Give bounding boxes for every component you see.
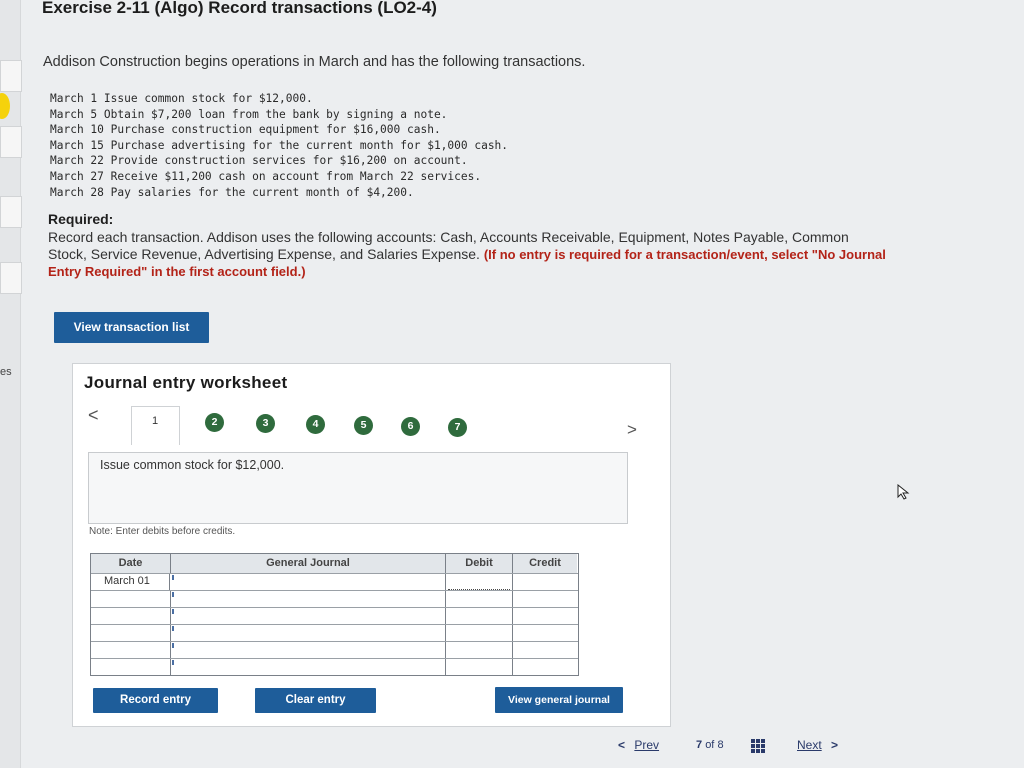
transaction-date: March 10 bbox=[50, 123, 104, 137]
cell-marker-icon bbox=[172, 575, 177, 580]
chevron-left-icon: < bbox=[618, 738, 626, 752]
cell-marker-icon bbox=[172, 643, 177, 648]
tab-6[interactable]: 6 bbox=[401, 417, 420, 436]
journal-entry-table: Date General Journal Debit Credit March … bbox=[90, 553, 579, 676]
page-indicator: 7 of 8 bbox=[696, 739, 724, 751]
prev-label: Prev bbox=[634, 738, 660, 752]
table-row bbox=[91, 590, 578, 608]
record-entry-button[interactable]: Record entry bbox=[93, 688, 218, 713]
grid-menu-icon[interactable] bbox=[751, 739, 765, 753]
transaction-text: Obtain $7,200 loan from the bank by sign… bbox=[103, 107, 448, 121]
transaction-date: March 15 bbox=[50, 138, 104, 152]
account-field[interactable] bbox=[171, 642, 446, 659]
transaction-item: March 22 Provide construction services f… bbox=[50, 153, 508, 169]
transaction-text: Purchase construction equipment for $16,… bbox=[110, 123, 441, 137]
debit-credit-note: Note: Enter debits before credits. bbox=[89, 526, 236, 537]
date-cell bbox=[91, 659, 171, 676]
credit-field[interactable] bbox=[513, 574, 577, 591]
tab-label-1: 1 bbox=[152, 415, 159, 427]
transaction-date: March 1 bbox=[50, 92, 98, 105]
debit-field[interactable] bbox=[446, 591, 513, 608]
table-row bbox=[91, 658, 578, 676]
tab-2[interactable]: 2 bbox=[205, 413, 224, 432]
account-field[interactable] bbox=[171, 659, 446, 676]
account-field[interactable] bbox=[171, 608, 446, 625]
tab-4[interactable]: 4 bbox=[306, 415, 325, 434]
credit-field[interactable] bbox=[513, 642, 577, 659]
tab-3[interactable]: 3 bbox=[256, 414, 275, 433]
left-side-tab[interactable] bbox=[0, 196, 22, 228]
worksheet-title: Journal entry worksheet bbox=[84, 373, 288, 392]
next-label: Next bbox=[797, 738, 822, 752]
transaction-item: March 5 Obtain $7,200 loan from the bank… bbox=[50, 107, 508, 123]
transaction-list: March 1 Issue common stock for $12,000. … bbox=[50, 91, 508, 200]
transaction-item: March 28 Pay salaries for the current mo… bbox=[50, 185, 508, 201]
transaction-item: March 10 Purchase construction equipment… bbox=[50, 122, 508, 138]
left-side-tab[interactable] bbox=[0, 262, 22, 294]
column-header-general-journal: General Journal bbox=[171, 554, 446, 573]
debit-field[interactable] bbox=[446, 625, 513, 642]
column-header-date: Date bbox=[91, 554, 171, 573]
transaction-text: Receive $11,200 cash on account from Mar… bbox=[110, 169, 482, 183]
transaction-text: Provide construction services for $16,20… bbox=[110, 154, 468, 168]
transaction-date: March 27 bbox=[50, 169, 104, 183]
account-field[interactable] bbox=[171, 574, 446, 591]
date-cell bbox=[91, 591, 171, 608]
prev-page-link[interactable]: < Prev bbox=[618, 738, 659, 752]
next-transaction-chevron-icon[interactable]: > bbox=[627, 420, 637, 440]
next-page-link[interactable]: Next > bbox=[797, 738, 838, 752]
debit-field[interactable] bbox=[446, 642, 513, 659]
transaction-date: March 22 bbox=[50, 154, 104, 168]
view-general-journal-button[interactable]: View general journal bbox=[495, 687, 623, 713]
total-pages: 8 bbox=[717, 739, 724, 751]
current-page: 7 bbox=[696, 739, 703, 751]
tab-5[interactable]: 5 bbox=[354, 416, 373, 435]
credit-field[interactable] bbox=[513, 608, 577, 625]
transaction-date: March 5 bbox=[50, 107, 98, 121]
cell-marker-icon bbox=[172, 592, 177, 597]
cell-marker-icon bbox=[172, 626, 177, 631]
mouse-pointer-icon bbox=[897, 484, 910, 500]
side-label: es bbox=[0, 366, 12, 378]
account-field[interactable] bbox=[171, 591, 446, 608]
transaction-text: Pay salaries for the current month of $4… bbox=[110, 185, 414, 199]
table-row bbox=[91, 641, 578, 659]
transaction-description: Issue common stock for $12,000. bbox=[100, 458, 285, 472]
debit-field[interactable] bbox=[446, 608, 513, 625]
transaction-item: March 1 Issue common stock for $12,000. bbox=[50, 91, 508, 107]
transaction-text: Purchase advertising for the current mon… bbox=[110, 138, 509, 152]
exercise-intro: Addison Construction begins operations i… bbox=[43, 54, 586, 70]
transaction-item: March 15 Purchase advertising for the cu… bbox=[50, 138, 508, 154]
account-field[interactable] bbox=[171, 625, 446, 642]
prev-transaction-chevron-icon[interactable]: < bbox=[88, 405, 99, 426]
clear-entry-button[interactable]: Clear entry bbox=[255, 688, 376, 713]
date-cell: March 01 bbox=[91, 574, 170, 591]
active-field-outline bbox=[448, 589, 510, 590]
transaction-date: March 28 bbox=[50, 185, 104, 199]
date-cell bbox=[91, 625, 171, 642]
credit-field[interactable] bbox=[513, 591, 577, 608]
cell-marker-icon bbox=[172, 660, 177, 665]
table-row bbox=[91, 624, 578, 642]
column-header-debit: Debit bbox=[446, 554, 513, 573]
chevron-right-icon: > bbox=[831, 738, 839, 752]
view-transaction-list-button[interactable]: View transaction list bbox=[54, 312, 209, 343]
transaction-item: March 27 Receive $11,200 cash on account… bbox=[50, 169, 508, 185]
required-heading: Required: bbox=[48, 211, 114, 227]
credit-field[interactable] bbox=[513, 625, 577, 642]
left-side-tab[interactable] bbox=[0, 60, 22, 92]
credit-field[interactable] bbox=[513, 659, 577, 676]
exercise-title: Exercise 2-11 (Algo) Record transactions… bbox=[42, 0, 437, 17]
tab-7[interactable]: 7 bbox=[448, 418, 467, 437]
page-of: of bbox=[705, 739, 715, 751]
date-cell bbox=[91, 642, 171, 659]
left-side-tab[interactable] bbox=[0, 126, 22, 158]
date-cell bbox=[91, 608, 171, 625]
debit-field[interactable] bbox=[446, 659, 513, 676]
transaction-text: Issue common stock for $12,000. bbox=[103, 92, 313, 105]
column-header-credit: Credit bbox=[513, 554, 577, 573]
cell-marker-icon bbox=[172, 609, 177, 614]
table-row bbox=[91, 607, 578, 625]
required-instructions: Record each transaction. Addison uses th… bbox=[48, 229, 888, 281]
